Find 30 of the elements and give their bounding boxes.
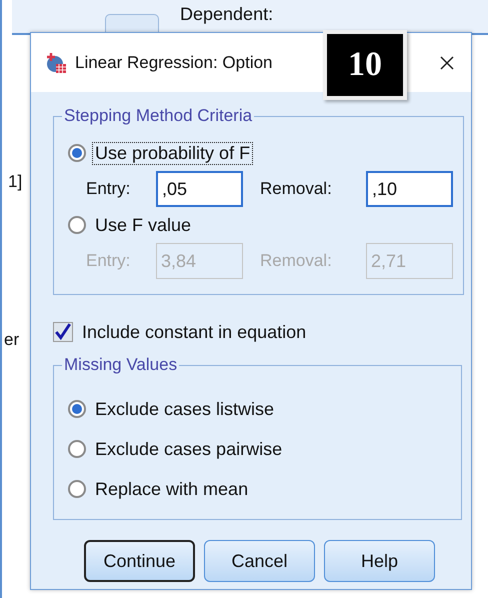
- input-field[interactable]: ,05: [156, 171, 243, 207]
- dialog-button[interactable]: Help: [324, 540, 435, 582]
- radio-button[interactable]: [68, 400, 86, 418]
- step-number-badge: 10: [323, 30, 407, 100]
- radio-button[interactable]: [68, 216, 86, 234]
- dialog-button[interactable]: Continue: [84, 540, 195, 582]
- close-icon[interactable]: [439, 54, 455, 70]
- option-label[interactable]: Exclude cases pairwise: [92, 438, 286, 460]
- option-label[interactable]: Replace with mean: [92, 478, 252, 500]
- field-label: Dependent:: [180, 4, 274, 25]
- list-text: 1]: [8, 172, 22, 192]
- option-label[interactable]: Use probability of F: [92, 142, 254, 164]
- radio-button[interactable]: [68, 144, 86, 162]
- field-label: Removal:: [260, 251, 333, 271]
- dialog-button[interactable]: Cancel: [204, 540, 315, 582]
- radio-button[interactable]: [68, 440, 86, 458]
- window-title: Linear Regression: Option: [75, 52, 273, 72]
- list-text: er: [4, 330, 20, 350]
- option-label[interactable]: Exclude cases listwise: [92, 398, 278, 420]
- field-label: Entry:: [86, 251, 132, 271]
- option-label[interactable]: Use F value: [92, 214, 194, 236]
- radio-button[interactable]: [68, 480, 86, 498]
- group-title: Stepping Method Criteria: [63, 106, 254, 126]
- field-label: Removal:: [260, 179, 333, 199]
- checkbox-label[interactable]: Include constant in equation: [79, 320, 310, 344]
- group-title: Missing Values: [63, 355, 178, 375]
- input-field[interactable]: ,10: [366, 171, 453, 207]
- app-icon: [45, 52, 67, 74]
- checkbox[interactable]: [53, 322, 73, 342]
- field-label: Entry:: [86, 179, 132, 199]
